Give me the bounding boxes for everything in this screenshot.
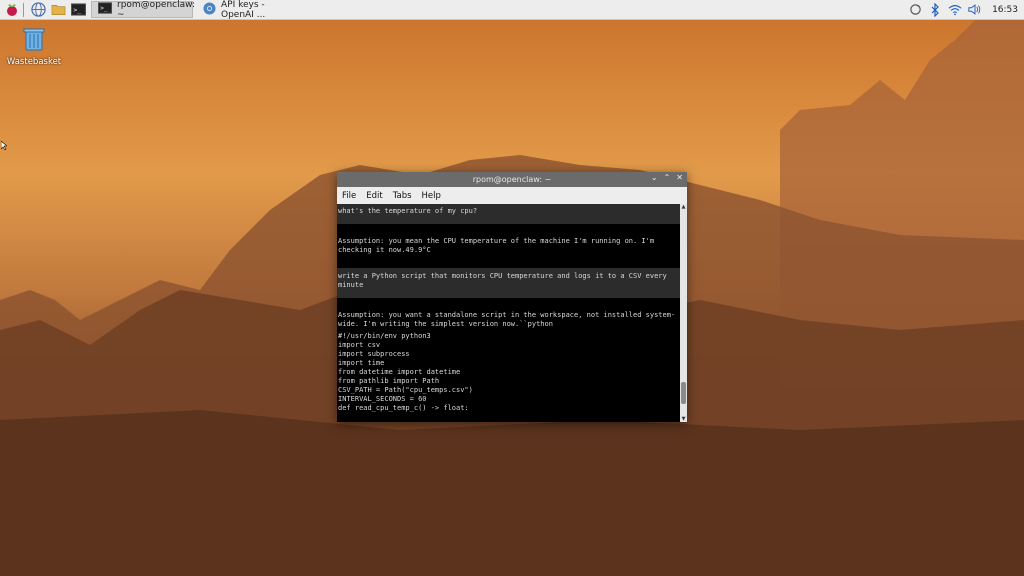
trash-icon bbox=[6, 27, 62, 55]
bluetooth-icon[interactable] bbox=[928, 2, 942, 17]
file-manager-icon[interactable] bbox=[50, 1, 67, 18]
assistant-response: Assumption: you want a standalone script… bbox=[338, 311, 676, 328]
code-line: def read_cpu_temp_c() -> float: bbox=[338, 404, 469, 412]
terminal-output[interactable]: what's the temperature of my cpu? Assump… bbox=[337, 204, 680, 422]
code-line: from pathlib import Path bbox=[338, 377, 440, 385]
menu-file[interactable]: File bbox=[342, 191, 356, 201]
raspberry-pi-icon[interactable] bbox=[3, 1, 20, 18]
sync-icon[interactable] bbox=[908, 3, 922, 17]
scroll-down-icon[interactable]: ▼ bbox=[680, 416, 687, 422]
terminal-icon[interactable]: >_ bbox=[70, 1, 87, 18]
maximize-icon[interactable]: ⌃ bbox=[664, 173, 671, 182]
code-line: #!/usr/bin/env python3 bbox=[338, 332, 431, 340]
menu-help[interactable]: Help bbox=[422, 191, 441, 201]
clock[interactable]: 16:53 bbox=[992, 5, 1018, 15]
code-line: INTERVAL_SECONDS = 60 bbox=[338, 395, 427, 403]
menu-tabs[interactable]: Tabs bbox=[393, 191, 412, 201]
mouse-cursor-icon bbox=[0, 135, 8, 151]
scroll-up-icon[interactable]: ▲ bbox=[680, 204, 687, 210]
window-title: rpom@openclaw: ~ bbox=[472, 175, 552, 184]
svg-text:>_: >_ bbox=[73, 6, 81, 14]
task-label: rpom@openclaw: ~ bbox=[117, 0, 196, 20]
separator bbox=[23, 2, 24, 17]
code-line: import csv bbox=[338, 341, 381, 349]
code-line: CSV_PATH = Path("cpu_temps.csv") bbox=[338, 386, 473, 394]
terminal-icon: >_ bbox=[98, 2, 112, 17]
terminal-window[interactable]: rpom@openclaw: ~ ⌄ ⌃ ✕ File Edit Tabs He… bbox=[337, 172, 687, 422]
close-icon[interactable]: ✕ bbox=[676, 173, 683, 182]
desktop-icon-label: Wastebasket bbox=[6, 57, 62, 67]
menu-edit[interactable]: Edit bbox=[366, 191, 382, 201]
scrollbar[interactable]: ▲ ▼ bbox=[680, 204, 687, 422]
code-line: from datetime import datetime bbox=[338, 368, 461, 376]
volume-icon[interactable] bbox=[968, 3, 982, 17]
task-terminal[interactable]: >_ rpom@openclaw: ~ bbox=[91, 0, 196, 20]
taskbar: >_ >_ rpom@openclaw: ~ API keys - OpenAI… bbox=[0, 0, 1024, 20]
chromium-icon bbox=[203, 1, 216, 18]
menu-bar: File Edit Tabs Help bbox=[337, 187, 687, 205]
user-prompt: what's the temperature of my cpu? bbox=[337, 204, 680, 224]
minimize-icon[interactable]: ⌄ bbox=[651, 173, 658, 182]
code-line: import time bbox=[338, 359, 385, 367]
svg-text:>_: >_ bbox=[100, 5, 108, 12]
code-line: import subprocess bbox=[338, 350, 410, 358]
scroll-thumb[interactable] bbox=[681, 382, 686, 404]
wifi-icon[interactable] bbox=[948, 3, 962, 17]
browser-icon[interactable] bbox=[30, 1, 47, 18]
user-prompt: write a Python script that monitors CPU … bbox=[337, 268, 680, 298]
task-label: API keys - OpenAI ... bbox=[221, 0, 266, 20]
assistant-response: Assumption: you mean the CPU temperature… bbox=[338, 237, 655, 254]
desktop-icon-wastebasket[interactable]: Wastebasket bbox=[6, 27, 62, 67]
window-titlebar[interactable]: rpom@openclaw: ~ ⌄ ⌃ ✕ bbox=[337, 172, 687, 187]
task-browser[interactable]: API keys - OpenAI ... bbox=[197, 0, 303, 20]
